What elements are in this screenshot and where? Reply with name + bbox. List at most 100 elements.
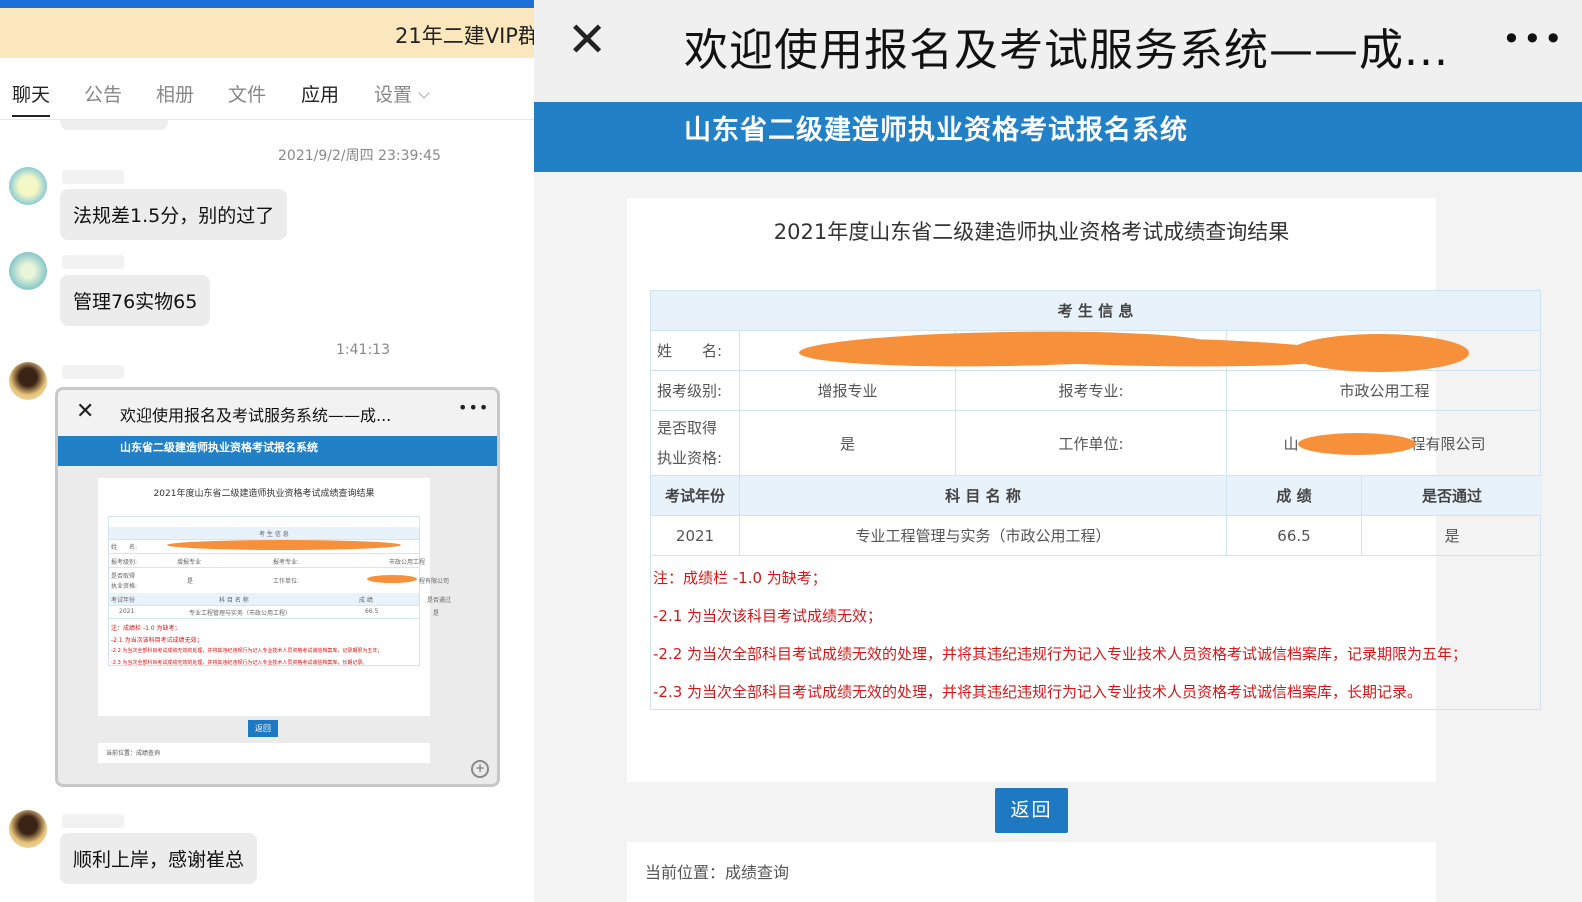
thumbnail-candidate-header: 考 生 信 息 [259, 531, 289, 538]
webview-panel: ✕ 欢迎使用报名及考试服务系统——成... ••• 山东省二级建造师执业资格考试… [534, 0, 1582, 902]
thumbnail-note: -2.1 为当次该科目考试成绩无效； [111, 637, 203, 644]
level-value: 增报专业 [740, 371, 956, 410]
note-line: -2.3 为当次全部科目考试成绩无效的处理，并将其违纪违规行为记入专业技术人员资… [653, 683, 1423, 701]
sender-name [62, 170, 124, 184]
thumbnail-result-year: 2021 [119, 608, 135, 615]
thumbnail-results-passed: 是否通过 [427, 597, 452, 604]
message-timestamp: 1:41:13 [336, 342, 390, 358]
major-label: 报考专业: [956, 371, 1227, 410]
thumbnail-results-year: 考试年份 [111, 597, 136, 604]
message-bubble[interactable]: 法规差1.5分，别的过了 [60, 189, 288, 240]
thumbnail-level-value: 增报专业 [177, 559, 202, 566]
thumbnail-result-subject: 专业工程管理与实务（市政公用工程） [189, 610, 292, 617]
results-year-header: 考试年份 [651, 476, 740, 515]
result-score: 66.5 [1227, 516, 1362, 555]
thumbnail-row-line [109, 605, 419, 606]
chevron-down-icon [418, 87, 430, 99]
work-unit-label: 工作单位: [956, 411, 1227, 475]
thumbnail-row-line [109, 553, 419, 554]
thumbnail-page: 2021年度山东省二级建造师执业资格考试成绩查询结果 考 生 信 息 姓 名: … [98, 478, 451, 716]
table-row: 考试年份 科 目 名 称 成 绩 是否通过 [651, 476, 1542, 516]
redaction-smear [1289, 334, 1469, 372]
note-line: -2.1 为当次该科目考试成绩无效； [653, 607, 883, 625]
thumbnail-footer: 当前位置：成绩查询 [98, 743, 430, 763]
message-bubble[interactable]: 顺利上岸，感谢崔总 [60, 833, 258, 884]
thumbnail-results-subject: 科 目 名 称 [219, 597, 249, 604]
note-line: -2.2 为当次全部科目考试成绩无效的处理，并将其违纪违规行为记入专业技术人员资… [653, 645, 1468, 663]
table-row: 2021 专业工程管理与实务（市政公用工程） 66.5 是 [651, 516, 1540, 556]
more-icon: ••• [458, 398, 490, 417]
name-label: 姓 名: [651, 331, 740, 370]
message-timestamp: 2021/9/2/周四 23:39:45 [278, 148, 441, 164]
breadcrumb: 当前位置：成绩查询 [627, 842, 1436, 902]
result-heading: 2021年度山东省二级建造师执业资格考试成绩查询结果 [773, 220, 1290, 244]
qualification-label-line1: 是否取得 [657, 419, 718, 437]
qualification-value: 是 [740, 411, 956, 475]
sender-name [62, 814, 124, 828]
close-icon[interactable]: ✕ [567, 12, 607, 68]
site-banner: 山东省二级建造师执业资格考试报名系统 [534, 102, 1582, 172]
thumbnail-note: -2.2 为当次全部科目考试成绩无效的处理，并将其违纪违规行为记入专业技术人员资… [111, 648, 383, 654]
tab-apps[interactable]: 应用 [301, 80, 339, 107]
tab-album[interactable]: 相册 [156, 80, 194, 107]
table-row: 报考级别: 增报专业 报考专业: 市政公用工程 [651, 371, 1540, 411]
results-score-header: 成 绩 [1227, 476, 1362, 515]
taskbar-strip [0, 0, 534, 8]
chat-title-bar: 21年二建VIP群 [0, 8, 534, 58]
thumbnail-row-line [109, 567, 419, 568]
tab-settings[interactable]: 设置 [374, 80, 430, 107]
note-line: 注：成绩栏 -1.0 为缺考； [653, 569, 827, 587]
thumbnail-results-score: 成 绩 [359, 597, 373, 604]
thumbnail-work-suffix: 程有限公司 [419, 578, 450, 585]
tab-settings-label: 设置 [374, 84, 413, 106]
redaction-smear [367, 575, 417, 583]
work-unit-suffix: 程有限公司 [1410, 434, 1486, 453]
avatar[interactable] [9, 167, 47, 205]
thumbnail-level-label: 报考级别: [111, 559, 138, 566]
tab-announcement[interactable]: 公告 [84, 80, 122, 107]
sender-name [62, 365, 124, 379]
chat-window-title: 21年二建VIP群 [395, 24, 534, 48]
thumbnail-result-score: 66.5 [365, 608, 379, 615]
site-banner-text: 山东省二级建造师执业资格考试报名系统 [684, 115, 1188, 146]
message-bubble[interactable]: 管理76实物65 [60, 275, 211, 326]
close-icon: ✕ [76, 399, 95, 424]
tab-chat[interactable]: 聊天 [12, 80, 51, 117]
result-subject: 专业工程管理与实务（市政公用工程） [740, 516, 1227, 555]
work-unit-prefix: 山 [1283, 434, 1299, 453]
thumbnail-row-line [109, 618, 419, 619]
thumbnail-major-value: 市政公用工程 [389, 559, 426, 566]
result-passed: 是 [1444, 527, 1460, 545]
chat-tabs: 聊天 公告 相册 文件 应用 设置 [0, 58, 534, 120]
candidate-info-header: 考 生 信 息 [651, 291, 1540, 330]
shared-image-thumbnail[interactable]: ✕ 欢迎使用报名及考试服务系统——成... ••• 山东省二级建造师执业资格考试… [55, 387, 500, 787]
page-title: 欢迎使用报名及考试服务系统——成... [684, 25, 1449, 76]
avatar[interactable] [9, 362, 47, 400]
back-button[interactable]: 返回 [995, 788, 1068, 833]
zoom-in-icon[interactable]: + [471, 760, 489, 778]
avatar[interactable] [9, 810, 47, 848]
thumbnail-qual-label: 是否取得 [111, 573, 136, 580]
thumbnail-back-button: 返回 [248, 720, 278, 737]
more-icon[interactable]: ••• [1502, 20, 1565, 58]
redaction-smear [167, 540, 401, 550]
qualification-label: 是否取得 执业资格: [651, 411, 740, 475]
avatar[interactable] [9, 252, 47, 290]
redaction-smear [1298, 433, 1416, 455]
thumbnail-name-label: 姓 名: [111, 544, 138, 551]
results-subject-header: 科 目 名 称 [740, 476, 1227, 515]
thumbnail-banner-text: 山东省二级建造师执业资格考试报名系统 [120, 441, 318, 454]
thumbnail-qual-value: 是 [187, 578, 194, 585]
sender-name [62, 255, 124, 269]
chat-panel: 21年二建VIP群 聊天 公告 相册 文件 应用 设置 2021/9/2/周四 … [0, 0, 534, 902]
thumbnail-heading: 2021年度山东省二级建造师执业资格考试成绩查询结果 [153, 489, 375, 499]
thumbnail-title: 欢迎使用报名及考试服务系统——成... [120, 406, 392, 425]
thumbnail-nav: ✕ 欢迎使用报名及考试服务系统——成... ••• [58, 390, 497, 436]
tab-files[interactable]: 文件 [228, 80, 266, 107]
webview-nav-bar: ✕ 欢迎使用报名及考试服务系统——成... ••• [534, 0, 1582, 102]
previous-message-stub [60, 120, 168, 130]
thumbnail-note: -2.3 为当次全部科目考试成绩无效的处理，并将其违纪违规行为记入专业技术人员资… [111, 660, 368, 666]
thumbnail-banner: 山东省二级建造师执业资格考试报名系统 [58, 436, 497, 466]
thumbnail-work-label: 工作单位: [273, 578, 300, 585]
major-value: 市政公用工程 [1339, 382, 1430, 400]
